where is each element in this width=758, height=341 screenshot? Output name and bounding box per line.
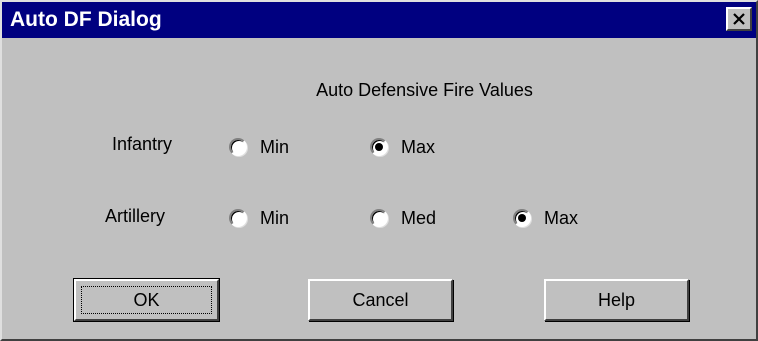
help-button[interactable]: Help <box>544 279 689 321</box>
artillery-max-radio[interactable]: Max <box>513 207 578 229</box>
auto-df-dialog: Auto DF Dialog Auto Defensive Fire Value… <box>0 0 758 341</box>
radio-label: Med <box>401 207 437 228</box>
cancel-button-label: Cancel <box>352 289 409 310</box>
radio-label: Min <box>260 136 290 157</box>
close-icon <box>733 13 745 25</box>
infantry-label: Infantry <box>112 134 173 154</box>
artillery-label: Artillery <box>105 206 166 226</box>
radio-unselected-icon <box>229 138 247 156</box>
section-heading: Auto Defensive Fire Values <box>316 80 533 100</box>
close-button[interactable] <box>726 7 752 31</box>
artillery-min-radio[interactable]: Min <box>229 207 289 229</box>
cancel-button[interactable]: Cancel <box>308 279 453 321</box>
help-button-label: Help <box>597 289 636 310</box>
focus-rectangle <box>81 286 212 314</box>
ok-button[interactable]: OK <box>73 278 220 322</box>
artillery-med-radio[interactable]: Med <box>370 207 436 229</box>
radio-unselected-icon <box>370 209 388 227</box>
radio-unselected-icon <box>229 209 247 227</box>
radio-label: Min <box>260 207 290 228</box>
radio-label: Max <box>401 136 436 157</box>
infantry-max-radio[interactable]: Max <box>370 136 435 158</box>
window-title: Auto DF Dialog <box>10 8 162 31</box>
radio-selected-icon <box>513 209 531 227</box>
title-bar[interactable]: Auto DF Dialog <box>2 2 756 38</box>
radio-label: Max <box>544 207 579 228</box>
infantry-min-radio[interactable]: Min <box>229 136 289 158</box>
radio-selected-icon <box>370 138 388 156</box>
